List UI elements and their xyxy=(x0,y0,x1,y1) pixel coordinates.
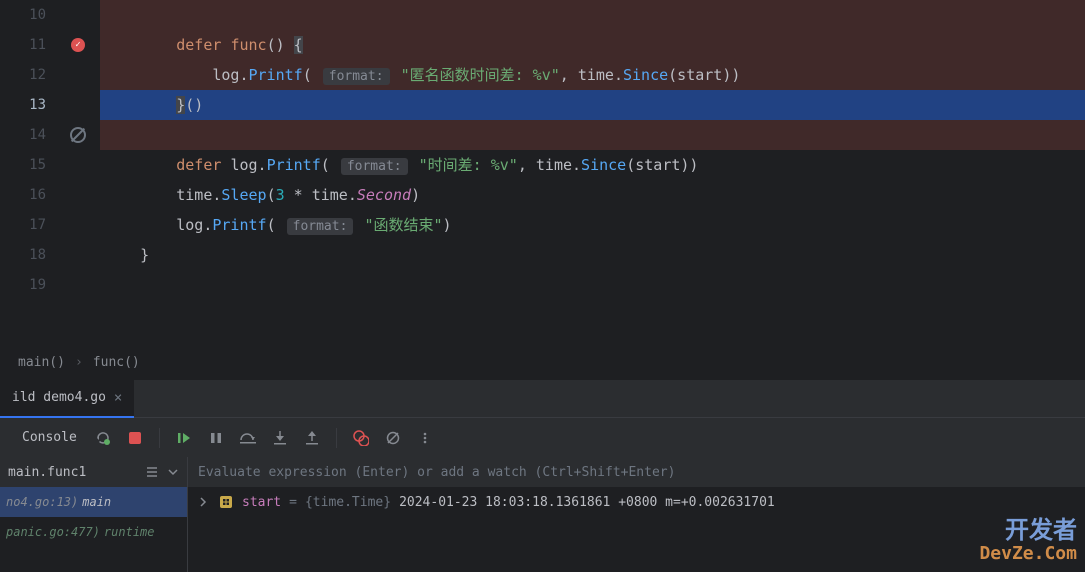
gutter-row[interactable] xyxy=(56,0,100,30)
frame-package: runtime xyxy=(104,525,155,539)
code-line-18[interactable]: } xyxy=(100,240,1085,270)
toolbar-separator xyxy=(336,428,337,448)
line-number[interactable]: 14 xyxy=(14,120,56,150)
step-out-button[interactable] xyxy=(298,424,326,452)
variable-row[interactable]: start = {time.Time} 2024-01-23 18:03:18.… xyxy=(188,487,1085,517)
breakpoint-icon[interactable] xyxy=(56,30,100,60)
variable-type: {time.Time} xyxy=(305,495,391,510)
code-line-15[interactable]: defer log.Printf( format: "时间差: %v", tim… xyxy=(100,150,1085,180)
stack-frame[interactable]: panic.go:477) runtime xyxy=(0,517,187,547)
editor-area: 10 11 12 13 14 15 16 17 18 19 defer func… xyxy=(0,0,1085,345)
debug-tab[interactable]: ild demo4.go × xyxy=(0,380,134,418)
line-number[interactable]: 10 xyxy=(14,0,56,30)
stack-frame[interactable]: no4.go:13) main xyxy=(0,487,187,517)
code-line-10[interactable] xyxy=(100,0,1085,30)
step-over-button[interactable] xyxy=(234,424,262,452)
thread-name: main.func1 xyxy=(8,465,86,480)
code-line-16[interactable]: time.Sleep(3 * time.Second) xyxy=(100,180,1085,210)
code-line-14[interactable] xyxy=(100,120,1085,150)
pause-button[interactable] xyxy=(202,424,230,452)
more-options-button[interactable] xyxy=(411,424,439,452)
variable-equals: = xyxy=(289,495,297,510)
variables-panel: Evaluate expression (Enter) or add a wat… xyxy=(188,457,1085,572)
line-number[interactable]: 11 xyxy=(14,30,56,60)
chevron-down-icon[interactable] xyxy=(167,466,179,478)
line-number[interactable]: 13 xyxy=(14,90,56,120)
evaluate-expression-input[interactable]: Evaluate expression (Enter) or add a wat… xyxy=(188,457,1085,487)
struct-icon xyxy=(218,494,234,510)
mute-breakpoints-button[interactable] xyxy=(379,424,407,452)
frame-package: main xyxy=(82,495,111,509)
line-number[interactable]: 18 xyxy=(14,240,56,270)
gutter-row[interactable] xyxy=(56,240,100,270)
line-number[interactable]: 16 xyxy=(14,180,56,210)
debug-toolbar: Console xyxy=(0,417,1085,457)
gutter-row[interactable] xyxy=(56,150,100,180)
close-icon[interactable]: × xyxy=(114,390,122,406)
code-line-11[interactable]: defer func() { xyxy=(100,30,1085,60)
chevron-right-icon[interactable] xyxy=(198,497,210,507)
code-editor[interactable]: defer func() { log.Printf( format: "匿名函数… xyxy=(100,0,1085,345)
toolbar-separator xyxy=(159,428,160,448)
breadcrumb-separator: › xyxy=(75,355,83,370)
code-line-19[interactable] xyxy=(100,270,1085,300)
console-label[interactable]: Console xyxy=(22,430,77,445)
step-into-button[interactable] xyxy=(266,424,294,452)
no-stop-icon[interactable] xyxy=(56,120,100,150)
code-line-13[interactable]: }() xyxy=(100,90,1085,120)
debug-panel: main.func1 no4.go:13) main panic.go:477)… xyxy=(0,457,1085,572)
gutter-row[interactable] xyxy=(56,180,100,210)
code-line-12[interactable]: log.Printf( format: "匿名函数时间差: %v", time.… xyxy=(100,60,1085,90)
variable-name: start xyxy=(242,495,281,510)
breadcrumb-item[interactable]: main() xyxy=(18,355,65,370)
gutter-row[interactable] xyxy=(56,210,100,240)
gutter-row[interactable] xyxy=(56,60,100,90)
line-number[interactable]: 15 xyxy=(14,150,56,180)
variable-value: 2024-01-23 18:03:18.1361861 +0800 m=+0.0… xyxy=(399,495,775,510)
list-icon[interactable] xyxy=(145,465,159,479)
gutter-row[interactable] xyxy=(56,270,100,300)
gutter-icons xyxy=(56,0,100,345)
tab-label: ild demo4.go xyxy=(12,390,106,405)
line-number[interactable]: 17 xyxy=(14,210,56,240)
line-number[interactable]: 12 xyxy=(14,60,56,90)
line-number-gutter: 10 11 12 13 14 15 16 17 18 19 xyxy=(14,0,56,345)
resume-button[interactable] xyxy=(170,424,198,452)
frame-location: panic.go:477) xyxy=(6,525,100,539)
frame-location: no4.go:13) xyxy=(6,495,78,509)
frames-header[interactable]: main.func1 xyxy=(0,457,187,487)
view-breakpoints-button[interactable] xyxy=(347,424,375,452)
gutter-left-edge xyxy=(0,0,14,345)
stop-button[interactable] xyxy=(121,424,149,452)
gutter-row[interactable] xyxy=(56,90,100,120)
frames-panel: main.func1 no4.go:13) main panic.go:477)… xyxy=(0,457,188,572)
breadcrumb: main() › func() xyxy=(0,345,1085,379)
line-number[interactable]: 19 xyxy=(14,270,56,300)
restart-button[interactable] xyxy=(89,424,117,452)
breadcrumb-item[interactable]: func() xyxy=(93,355,140,370)
code-line-17[interactable]: log.Printf( format: "函数结束") xyxy=(100,210,1085,240)
debug-tab-bar: ild demo4.go × xyxy=(0,379,1085,417)
